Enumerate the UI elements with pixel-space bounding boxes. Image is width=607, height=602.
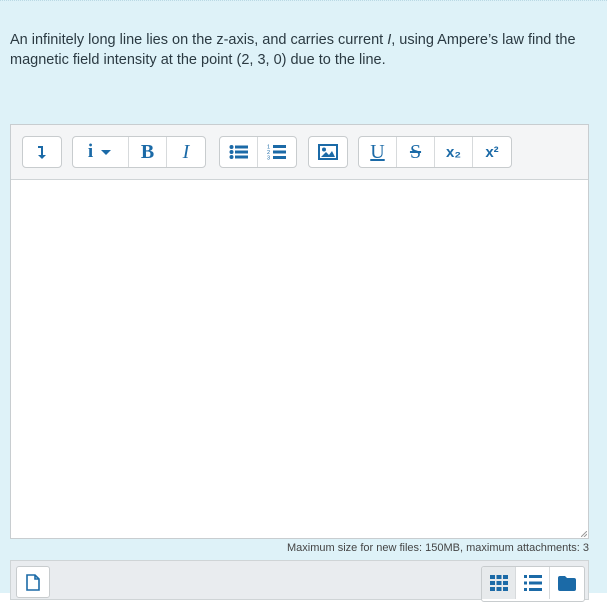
file-icon (26, 573, 40, 591)
paragraph-styles-button[interactable]: i (73, 137, 129, 167)
file-limits-text: Maximum size for new files: 150MB, maxim… (287, 542, 589, 554)
toolbar-group-text: U S x₂ x² (358, 136, 512, 168)
editor-toolbar: i B I 1 2 3 U S x₂ x² (11, 125, 588, 180)
add-file-button[interactable] (16, 566, 50, 598)
underline-icon: U (370, 140, 385, 163)
view-list-button[interactable] (516, 567, 550, 599)
toolbar-group-media (308, 136, 348, 168)
numbered-list-icon: 1 2 3 (267, 145, 286, 162)
subscript-button[interactable]: x₂ (435, 137, 473, 167)
ordered-list-button[interactable]: 1 2 3 (258, 137, 296, 167)
strikethrough-button[interactable]: S (397, 137, 435, 167)
question-text: An infinitely long line lies on the z-ax… (10, 30, 595, 70)
italic-icon: I (182, 140, 190, 163)
bold-button[interactable]: B (129, 137, 167, 167)
info-icon: i (87, 141, 94, 162)
caret-down-icon (101, 150, 112, 155)
underline-button[interactable]: U (359, 137, 397, 167)
question-panel: An infinitely long line lies on the z-ax… (0, 0, 607, 602)
bold-icon: B (140, 140, 155, 163)
list-icon (523, 575, 542, 591)
view-tree-button[interactable] (550, 567, 584, 599)
strikethrough-icon: S (409, 140, 422, 163)
grid-icon (489, 575, 508, 591)
superscript-button[interactable]: x² (473, 137, 511, 167)
toolbar-group-lists: 1 2 3 (219, 136, 297, 168)
arrow-down-icon (38, 146, 46, 159)
unordered-list-button[interactable] (220, 137, 258, 167)
italic-button[interactable]: I (167, 137, 205, 167)
superscript-icon: x² (485, 143, 499, 161)
file-manager (10, 560, 589, 602)
insert-image-button[interactable] (309, 137, 347, 167)
svg-text:3: 3 (267, 156, 270, 162)
bullet-list-icon (229, 145, 248, 159)
view-icons-button[interactable] (482, 567, 516, 599)
toolbar-group-format: i B I (72, 136, 206, 168)
view-mode-bar (481, 566, 585, 602)
editor-content-area[interactable] (11, 180, 588, 538)
subscript-icon: x₂ (445, 143, 461, 161)
rich-text-editor: i B I 1 2 3 U S x₂ x² (10, 124, 589, 539)
toolbar-group-collapse (22, 136, 62, 168)
question-text-before: An infinitely long line lies on the z-ax… (10, 32, 388, 48)
image-icon (318, 144, 338, 160)
toolbar-toggle-button[interactable] (23, 137, 61, 167)
folder-icon (558, 575, 576, 591)
resize-grip-icon[interactable] (581, 531, 587, 537)
